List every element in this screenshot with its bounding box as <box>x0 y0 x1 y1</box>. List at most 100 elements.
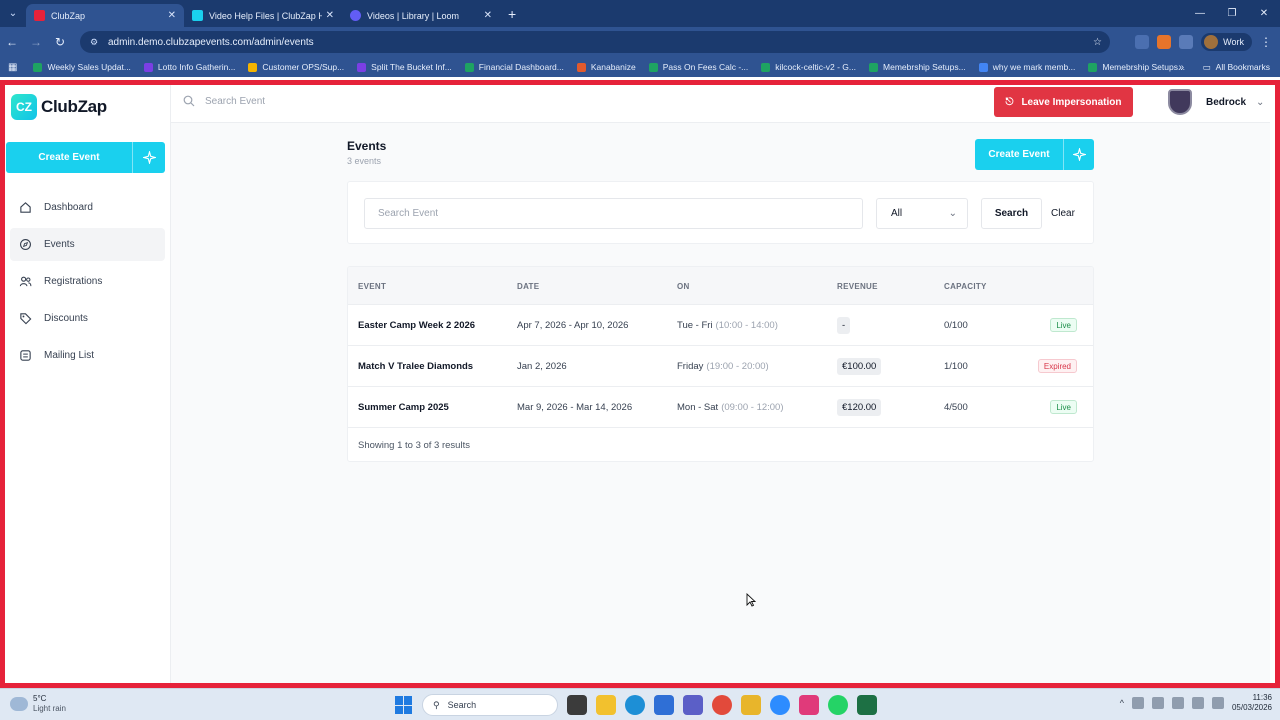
site-info-icon[interactable]: ⚙ <box>90 37 100 47</box>
table-row[interactable]: Match V Tralee Diamonds Jan 2, 2026 Friday… <box>348 346 1093 387</box>
tray-app-icon[interactable] <box>1131 697 1144 709</box>
table-header: EVENT DATE ON REVENUE CAPACITY <box>348 267 1093 305</box>
reload-icon[interactable]: ↻ <box>48 35 72 49</box>
battery-icon[interactable] <box>1211 697 1224 709</box>
bookmark-item[interactable]: kilcock-celtic-v2 - G... <box>761 62 856 72</box>
clock-date: 05/03/2026 <box>1231 703 1272 712</box>
leave-impersonation-button[interactable]: ⎋ Leave Impersonation <box>994 87 1133 117</box>
status-select[interactable]: All ⌄ <box>876 198 968 229</box>
column-header-revenue[interactable]: REVENUE <box>837 267 878 305</box>
bookmark-icon <box>648 62 658 72</box>
bookmark-star-icon[interactable]: ☆ <box>1093 37 1102 48</box>
puzzle-icon[interactable] <box>1179 35 1194 49</box>
clear-button[interactable]: Clear <box>1051 198 1075 229</box>
sidebar-item-registrations[interactable]: Registrations <box>10 265 165 298</box>
table-row[interactable]: Summer Camp 2025 Mar 9, 2026 - Mar 14, 20… <box>348 387 1093 428</box>
messaging-icon[interactable] <box>799 695 819 715</box>
help-favicon-icon <box>192 10 203 21</box>
clock-time: 11:36 <box>1252 693 1272 702</box>
event-search-input[interactable]: Search Event <box>364 198 863 229</box>
window-close-icon[interactable]: ✕ <box>1248 0 1280 27</box>
account-menu[interactable]: Bedrock ⌄ <box>1168 89 1264 115</box>
windows-start-icon[interactable] <box>395 696 413 714</box>
extension-icon[interactable] <box>1135 35 1150 49</box>
chevron-down-icon: ⌄ <box>948 208 957 219</box>
clock[interactable]: 11:36 05/03/2026 <box>1232 693 1272 713</box>
volume-icon[interactable] <box>1191 697 1204 709</box>
url-text: admin.demo.clubzapevents.com/admin/event… <box>108 36 314 48</box>
new-tab-icon[interactable]: + <box>508 6 516 22</box>
table-row[interactable]: Easter Camp Week 2 2026 Apr 7, 2026 - Apr… <box>348 305 1093 346</box>
editor-icon[interactable] <box>654 695 674 715</box>
more-bookmarks-icon[interactable]: » <box>1178 57 1184 77</box>
taskbar-search[interactable]: ⚲ Search <box>422 694 558 716</box>
page-subtitle: 3 events <box>347 156 382 166</box>
tab-search-icon[interactable]: ⌄ <box>0 0 26 27</box>
create-event-button-sidebar[interactable]: Create Event <box>6 142 165 173</box>
bookmark-item[interactable]: Memebrship Setups... <box>1088 62 1185 72</box>
column-header-date[interactable]: DATE <box>517 267 539 305</box>
bookmark-item[interactable]: Customer OPS/Sup... <box>248 62 344 72</box>
chevron-up-icon[interactable]: ^ <box>1120 698 1124 708</box>
close-icon[interactable]: ✕ <box>484 10 492 21</box>
leave-impersonation-label: Leave Impersonation <box>1021 96 1122 108</box>
folder-icon[interactable] <box>596 695 616 715</box>
back-icon[interactable]: ← <box>0 35 24 49</box>
bookmark-item[interactable]: Memebrship Setups... <box>869 62 966 72</box>
bookmark-item[interactable]: Kanabanize <box>576 62 636 72</box>
chrome-icon[interactable] <box>712 695 732 715</box>
excel-icon[interactable] <box>857 695 877 715</box>
bookmark-item[interactable]: Pass On Fees Calc -... <box>648 62 749 72</box>
maximize-icon[interactable]: ❐ <box>1216 0 1248 27</box>
sidebar-item-mailing-list[interactable]: Mailing List <box>10 339 165 372</box>
bookmark-item[interactable]: Lotto Info Gatherin... <box>143 62 235 72</box>
address-bar[interactable]: ⚙ admin.demo.clubzapevents.com/admin/eve… <box>80 31 1110 53</box>
tab-clubzap[interactable]: ClubZap ✕ <box>26 4 184 27</box>
tab-loom[interactable]: Videos | Library | Loom ✕ <box>342 4 500 27</box>
top-search[interactable]: Search Event <box>183 95 265 107</box>
tab-video-help[interactable]: Video Help Files | ClubZap Help ✕ <box>184 4 342 27</box>
menu-icon[interactable]: ⋮ <box>1260 35 1272 49</box>
club-crest-icon <box>1168 89 1192 115</box>
forward-icon[interactable]: → <box>24 35 48 49</box>
column-header-event[interactable]: EVENT <box>358 267 386 305</box>
close-icon[interactable]: ✕ <box>168 10 176 21</box>
bookmark-item[interactable]: Weekly Sales Updat... <box>33 62 131 72</box>
wifi-icon[interactable] <box>1171 697 1184 709</box>
slack-icon[interactable] <box>741 695 761 715</box>
logo[interactable]: CZ ClubZap <box>11 94 107 120</box>
apps-icon[interactable]: ▦ <box>8 62 17 73</box>
create-event-button[interactable]: Create Event <box>975 139 1094 170</box>
bookmark-item[interactable]: Financial Dashboard... <box>464 62 564 72</box>
zoom-icon[interactable] <box>770 695 790 715</box>
whatsapp-icon[interactable] <box>828 695 848 715</box>
search-button[interactable]: Search <box>981 198 1042 229</box>
bookmark-item[interactable]: Split The Bucket Inf... <box>357 62 452 72</box>
mouse-cursor-icon <box>746 593 756 607</box>
sidebar-item-events[interactable]: Events <box>10 228 165 261</box>
column-header-capacity[interactable]: CAPACITY <box>944 267 987 305</box>
all-bookmarks[interactable]: ▭ All Bookmarks <box>1203 57 1270 77</box>
sidebar-item-dashboard[interactable]: Dashboard <box>10 191 165 224</box>
minimize-icon[interactable]: — <box>1184 0 1216 27</box>
bookmark-icon <box>357 62 367 72</box>
profile-button[interactable]: Work <box>1201 33 1252 51</box>
tab-label: Videos | Library | Loom <box>367 10 460 21</box>
extension-icon[interactable] <box>1157 35 1172 49</box>
file-manager-icon[interactable] <box>567 695 587 715</box>
bookmark-icon <box>33 62 43 72</box>
teams-icon[interactable] <box>683 695 703 715</box>
sparkle-icon[interactable] <box>133 142 165 173</box>
column-header-on[interactable]: ON <box>677 267 690 305</box>
event-revenue: - <box>837 305 851 345</box>
edge-icon[interactable] <box>625 695 645 715</box>
bookmark-label: Pass On Fees Calc -... <box>662 62 749 72</box>
sidebar-item-discounts[interactable]: Discounts <box>10 302 165 335</box>
event-revenue: €100.00 <box>837 346 882 386</box>
weather-widget[interactable]: 5°C Light rain <box>10 694 66 714</box>
bookmark-item[interactable]: why we mark memb... <box>978 62 1075 72</box>
network-icon[interactable] <box>1151 697 1164 709</box>
close-icon[interactable]: ✕ <box>326 10 334 21</box>
sparkle-icon[interactable] <box>1064 139 1094 170</box>
filter-card: Search Event All ⌄ Search Clear <box>347 181 1094 244</box>
